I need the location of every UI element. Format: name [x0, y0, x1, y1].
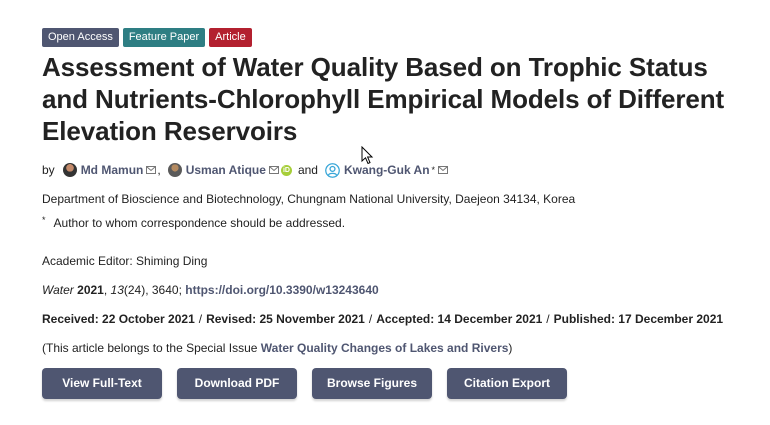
user-placeholder-icon — [325, 162, 340, 178]
correspondence-text: Author to whom correspondence should be … — [53, 216, 346, 230]
article-type-badge: Article — [209, 28, 252, 47]
accepted-date: Accepted: 14 December 2021 — [376, 312, 543, 326]
special-issue-prefix: (This article belongs to the Special Iss… — [42, 341, 261, 355]
mouse-pointer-icon — [361, 146, 374, 165]
author-list: by Md Mamun , Usman Atique iD and Kwang-… — [42, 161, 742, 179]
download-pdf-button[interactable]: Download PDF — [177, 368, 297, 399]
badge-row: Open Access Feature Paper Article — [42, 28, 742, 47]
citation-issue: (24) — [123, 283, 146, 297]
envelope-icon[interactable] — [268, 166, 279, 174]
special-issue-suffix: ) — [508, 341, 513, 355]
envelope-icon[interactable] — [146, 166, 157, 174]
browse-figures-button[interactable]: Browse Figures — [312, 368, 432, 399]
received-date: Received: 22 October 2021 — [42, 312, 195, 326]
view-full-text-button[interactable]: View Full-Text — [42, 368, 162, 399]
citation-export-button[interactable]: Citation Export — [447, 368, 567, 399]
by-label: by — [42, 163, 55, 177]
affiliation: Department of Bioscience and Biotechnolo… — [42, 192, 576, 206]
author-link-mamun[interactable]: Md Mamun — [81, 161, 144, 179]
citation-volume: 13 — [110, 283, 124, 297]
date-separator: / — [546, 312, 550, 326]
envelope-icon[interactable] — [438, 166, 449, 174]
author-avatar-mamun — [62, 163, 77, 177]
author-avatar-atique — [167, 163, 182, 177]
author-link-atique[interactable]: Usman Atique — [186, 161, 266, 179]
citation-comma: , — [103, 283, 111, 297]
author-link-an[interactable]: Kwang-Guk An — [344, 161, 430, 179]
citation-pages: , 3640; — [145, 283, 186, 297]
article-header: Open Access Feature Paper Article Assess… — [42, 28, 742, 399]
date-separator: / — [368, 312, 373, 326]
article-title: Assessment of Water Quality Based on Tro… — [42, 52, 725, 146]
action-buttons: View Full-Text Download PDF Browse Figur… — [42, 368, 742, 399]
author-separator: , — [157, 163, 161, 177]
academic-editor: Academic Editor: Shiming Ding — [42, 254, 208, 268]
published-date: Published: 17 December 2021 — [553, 312, 724, 326]
correspondence-note: * Author to whom correspondence should be… — [42, 212, 742, 231]
journal-name: Water — [42, 283, 74, 297]
date-separator: / — [198, 312, 203, 326]
correspondence-mark: * — [42, 215, 46, 225]
open-access-badge[interactable]: Open Access — [42, 28, 119, 47]
revised-date: Revised: 25 November 2021 — [206, 312, 365, 326]
doi-link[interactable]: https://doi.org/10.3390/w13243640 — [185, 283, 378, 297]
special-issue-link[interactable]: Water Quality Changes of Lakes and River… — [261, 341, 509, 355]
citation-line: Water 2021, 13(24), 3640; https://doi.or… — [42, 282, 742, 298]
feature-paper-badge[interactable]: Feature Paper — [122, 28, 206, 47]
citation-year: 2021 — [77, 283, 104, 297]
and-label: and — [297, 163, 318, 177]
special-issue-note: (This article belongs to the Special Iss… — [42, 340, 742, 356]
orcid-icon[interactable]: iD — [280, 164, 292, 176]
publication-dates: Received: 22 October 2021/Revised: 25 No… — [42, 311, 742, 327]
corresponding-author-mark: * — [431, 165, 436, 175]
